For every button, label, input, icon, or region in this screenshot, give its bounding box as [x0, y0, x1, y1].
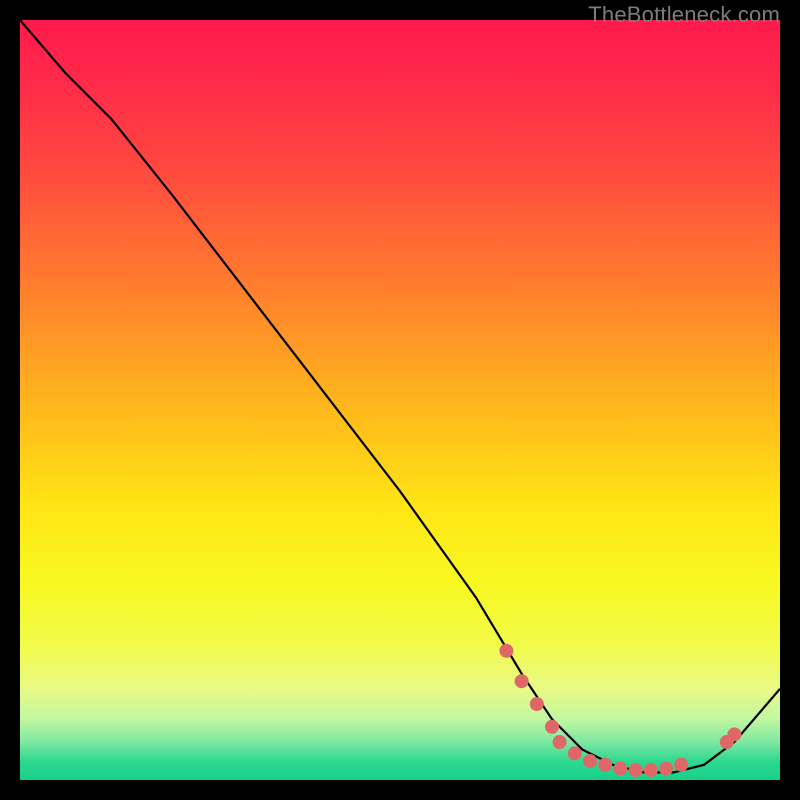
bottleneck-curve	[20, 20, 780, 772]
marker-group	[499, 644, 741, 777]
data-marker	[659, 762, 673, 776]
data-marker	[613, 762, 627, 776]
data-marker	[568, 746, 582, 760]
data-marker	[545, 720, 559, 734]
data-marker	[674, 758, 688, 772]
plot-area	[20, 20, 780, 780]
data-marker	[515, 674, 529, 688]
data-marker	[583, 754, 597, 768]
data-marker	[598, 758, 612, 772]
chart-stage: TheBottleneck.com	[0, 0, 800, 800]
data-marker	[499, 644, 513, 658]
data-marker	[644, 763, 658, 777]
data-marker	[553, 735, 567, 749]
data-marker	[727, 727, 741, 741]
data-marker	[629, 763, 643, 777]
chart-svg	[20, 20, 780, 780]
attribution-label: TheBottleneck.com	[588, 2, 780, 28]
data-marker	[530, 697, 544, 711]
